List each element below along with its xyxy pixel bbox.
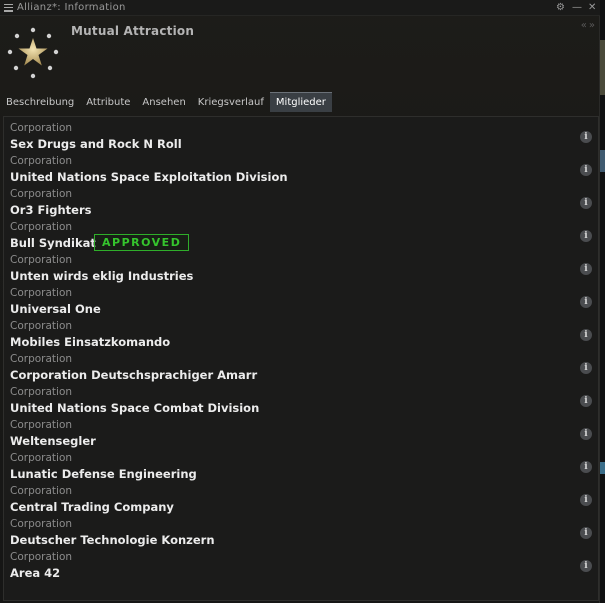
list-item[interactable]: Corporation Weltensegler i — [4, 418, 598, 451]
member-name[interactable]: Sex Drugs and Rock N Roll — [10, 137, 182, 151]
list-item[interactable]: Corporation Universal One i — [4, 286, 598, 319]
member-name[interactable]: Weltensegler — [10, 434, 96, 448]
info-icon[interactable]: i — [580, 560, 592, 572]
member-type: Corporation — [10, 287, 73, 299]
window-title: Allianz*: Information — [17, 2, 126, 13]
member-list: Corporation Sex Drugs and Rock N Roll i … — [3, 116, 599, 601]
member-name[interactable]: United Nations Space Combat Division — [10, 401, 259, 415]
member-type: Corporation — [10, 122, 73, 134]
tab-attribute[interactable]: Attribute — [80, 92, 136, 112]
tab-kriegsverlauf[interactable]: Kriegsverlauf — [192, 92, 270, 112]
tab-beschreibung[interactable]: Beschreibung — [0, 92, 80, 112]
info-icon[interactable]: i — [580, 296, 592, 308]
list-item[interactable]: Corporation Lunatic Defense Engineering … — [4, 451, 598, 484]
tab-ansehen[interactable]: Ansehen — [136, 92, 191, 112]
background-window-edge — [600, 0, 605, 603]
member-type: Corporation — [10, 551, 73, 563]
close-icon[interactable]: ✕ — [588, 1, 596, 15]
approved-badge: APPROVED — [94, 234, 190, 251]
info-icon[interactable]: i — [580, 131, 592, 143]
list-item[interactable]: Corporation Corporation Deutschsprachige… — [4, 352, 598, 385]
alliance-star-logo — [7, 27, 59, 79]
member-type: Corporation — [10, 518, 73, 530]
list-item[interactable]: Corporation Area 42 i — [4, 550, 598, 583]
member-type: Corporation — [10, 485, 73, 497]
alliance-name: Mutual Attraction — [71, 24, 195, 38]
info-icon[interactable]: i — [580, 329, 592, 341]
member-type: Corporation — [10, 221, 73, 233]
info-icon[interactable]: i — [580, 263, 592, 275]
member-name[interactable]: Universal One — [10, 302, 101, 316]
list-item[interactable]: Corporation Or3 Fighters i — [4, 187, 598, 220]
member-name[interactable]: Unten wirds eklig Industries — [10, 269, 193, 283]
info-icon[interactable]: i — [580, 527, 592, 539]
history-navigation: «» — [581, 20, 597, 31]
list-item[interactable]: Corporation Mobiles Einsatzkomando i — [4, 319, 598, 352]
minimize-icon[interactable]: — — [572, 1, 582, 15]
title-bar[interactable]: Allianz*: Information ⚙ — ✕ — [0, 0, 600, 16]
info-icon[interactable]: i — [580, 164, 592, 176]
info-icon[interactable]: i — [580, 461, 592, 473]
member-name[interactable]: United Nations Space Exploitation Divisi… — [10, 170, 288, 184]
member-name[interactable]: Lunatic Defense Engineering — [10, 467, 197, 481]
info-icon[interactable]: i — [580, 197, 592, 209]
info-icon[interactable]: i — [580, 230, 592, 242]
member-type: Corporation — [10, 188, 73, 200]
info-icon[interactable]: i — [580, 428, 592, 440]
list-item[interactable]: Corporation Central Trading Company i — [4, 484, 598, 517]
member-name[interactable]: Central Trading Company — [10, 500, 174, 514]
list-item[interactable]: Corporation United Nations Space Combat … — [4, 385, 598, 418]
member-type: Corporation — [10, 353, 73, 365]
member-name[interactable]: Deutscher Technologie Konzern — [10, 533, 215, 547]
menu-icon[interactable] — [4, 3, 13, 12]
list-item[interactable]: Corporation Deutscher Technologie Konzer… — [4, 517, 598, 550]
gear-icon[interactable]: ⚙ — [556, 1, 565, 15]
tab-bar: Beschreibung Attribute Ansehen Kriegsver… — [0, 92, 600, 112]
list-item[interactable]: Corporation Unten wirds eklig Industries… — [4, 253, 598, 286]
background-window-fragment — [600, 462, 605, 474]
member-type: Corporation — [10, 155, 73, 167]
background-window-fragment — [600, 40, 605, 95]
member-name[interactable]: Mobiles Einsatzkomando — [10, 335, 170, 349]
double-chevron-left-icon[interactable]: « — [581, 20, 589, 31]
member-type: Corporation — [10, 386, 73, 398]
info-icon[interactable]: i — [580, 362, 592, 374]
member-name[interactable]: Bull Syndikat — [10, 236, 96, 250]
info-icon[interactable]: i — [580, 395, 592, 407]
member-name[interactable]: Corporation Deutschsprachiger Amarr — [10, 368, 257, 382]
double-chevron-right-icon[interactable]: » — [589, 20, 597, 31]
information-window: Allianz*: Information ⚙ — ✕ Mutual Attra… — [0, 0, 600, 603]
member-name[interactable]: Or3 Fighters — [10, 203, 91, 217]
member-type: Corporation — [10, 254, 73, 266]
tab-mitglieder[interactable]: Mitglieder — [269, 92, 332, 112]
member-type: Corporation — [10, 452, 73, 464]
info-icon[interactable]: i — [580, 494, 592, 506]
member-name[interactable]: Area 42 — [10, 566, 60, 580]
member-type: Corporation — [10, 320, 73, 332]
window-header: Mutual Attraction «» — [0, 16, 600, 92]
background-window-fragment — [600, 150, 605, 172]
list-item[interactable]: Corporation United Nations Space Exploit… — [4, 154, 598, 187]
member-type: Corporation — [10, 419, 73, 431]
list-item[interactable]: Corporation Bull Syndikat APPROVED i — [4, 220, 598, 253]
list-item[interactable]: Corporation Sex Drugs and Rock N Roll i — [4, 121, 598, 154]
